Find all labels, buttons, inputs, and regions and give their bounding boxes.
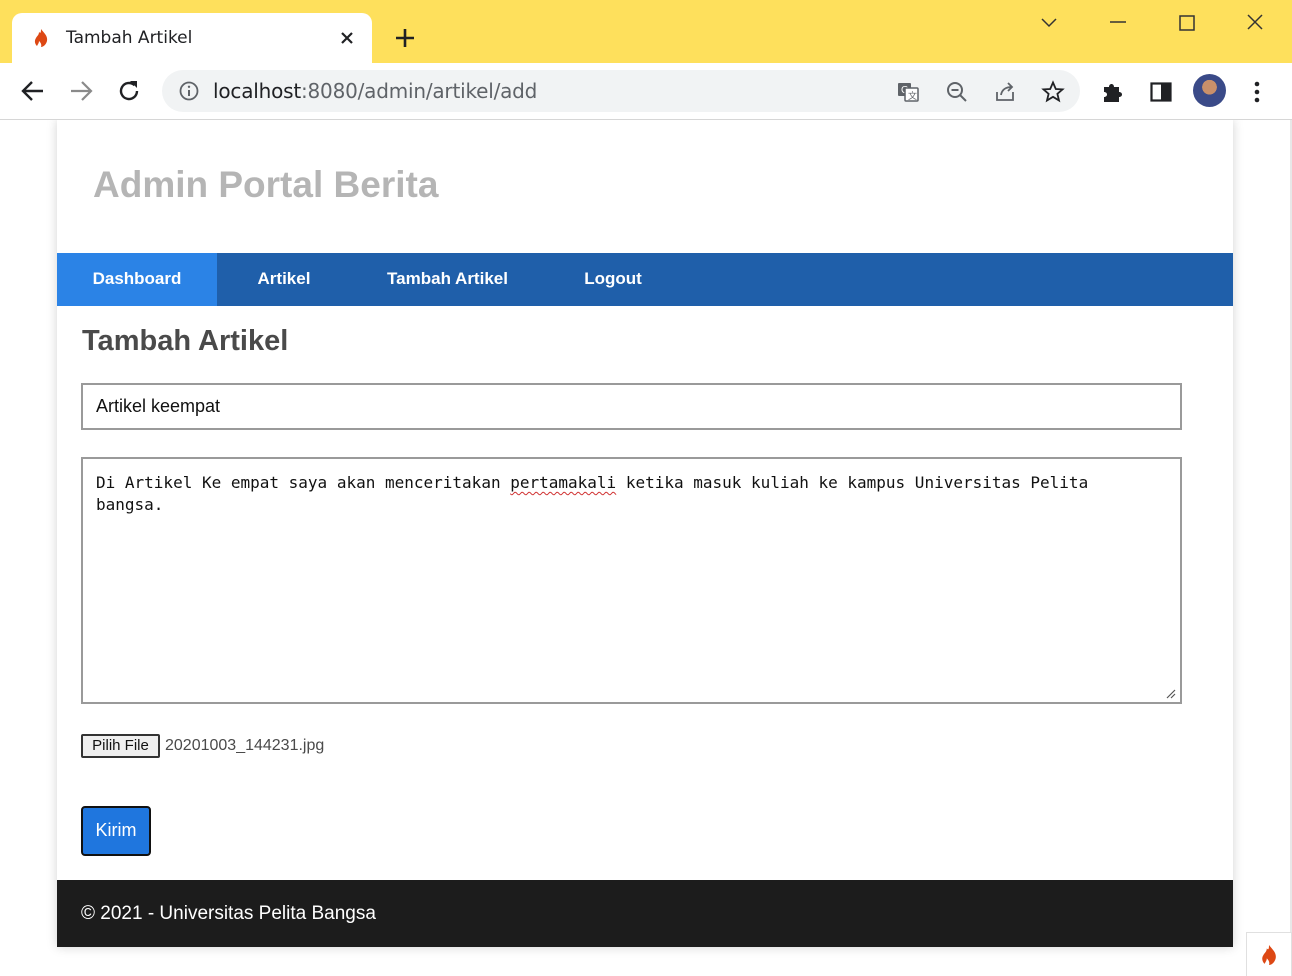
page-viewport: Admin Portal Berita Dashboard Artikel Ta… <box>0 120 1292 976</box>
plus-icon[interactable] <box>393 26 417 50</box>
nav-item-tambah-artikel[interactable]: Tambah Artikel <box>351 253 544 306</box>
page-heading: Tambah Artikel <box>82 325 289 357</box>
main-nav: Dashboard Artikel Tambah Artikel Logout <box>57 253 1233 306</box>
svg-text:文: 文 <box>908 90 917 102</box>
misspelled-word: pertamakali <box>510 473 617 492</box>
nav-item-dashboard[interactable]: Dashboard <box>57 253 217 306</box>
maximize-icon[interactable] <box>1174 10 1200 36</box>
footer-text: © 2021 - Universitas Pelita Bangsa <box>81 903 376 924</box>
isi-textarea[interactable]: Di Artikel Ke empat saya akan menceritak… <box>81 457 1182 704</box>
submit-button[interactable]: Kirim <box>81 806 151 856</box>
profile-avatar[interactable] <box>1193 74 1226 107</box>
translate-icon[interactable]: G 文 <box>896 80 920 104</box>
debug-toolbar-toggle[interactable] <box>1246 932 1292 976</box>
tab-title: Tambah Artikel <box>66 28 193 48</box>
share-icon[interactable] <box>993 80 1017 104</box>
puzzle-icon[interactable] <box>1100 79 1126 105</box>
browser-titlebar: Tambah Artikel <box>0 0 1292 63</box>
chevron-down-icon[interactable] <box>1036 10 1062 36</box>
codeigniter-flame-icon <box>1262 945 1276 965</box>
close-tab-icon[interactable] <box>338 29 356 47</box>
star-icon[interactable] <box>1041 80 1065 104</box>
reload-icon[interactable] <box>115 77 143 105</box>
url-path: :8080/admin/artikel/add <box>300 79 538 103</box>
codeigniter-flame-icon <box>34 29 48 47</box>
arrow-right-icon[interactable] <box>67 77 95 105</box>
browser-toolbar: localhost:8080/admin/artikel/add G 文 <box>0 63 1292 120</box>
site-title: Admin Portal Berita <box>93 164 439 205</box>
kebab-menu-icon[interactable] <box>1244 79 1270 105</box>
arrow-left-icon[interactable] <box>19 77 47 105</box>
close-window-icon[interactable] <box>1242 10 1268 36</box>
info-icon[interactable] <box>178 80 200 102</box>
browser-tab-active[interactable]: Tambah Artikel <box>12 13 372 63</box>
choose-file-button[interactable]: Pilih File <box>81 734 160 758</box>
site-footer: © 2021 - Universitas Pelita Bangsa <box>57 880 1233 947</box>
isi-text-part: Di Artikel Ke empat saya akan menceritak… <box>96 473 511 492</box>
judul-input[interactable]: Artikel keempat <box>81 383 1182 430</box>
nav-item-logout[interactable]: Logout <box>544 253 682 306</box>
zoom-out-icon[interactable] <box>945 80 969 104</box>
minimize-icon[interactable] <box>1105 10 1131 36</box>
resize-handle-icon[interactable] <box>1164 687 1176 699</box>
page-container: Admin Portal Berita Dashboard Artikel Ta… <box>57 120 1233 947</box>
nav-item-artikel[interactable]: Artikel <box>217 253 351 306</box>
side-panel-icon[interactable] <box>1148 79 1174 105</box>
address-bar[interactable]: localhost:8080/admin/artikel/add G 文 <box>162 70 1080 112</box>
url-text[interactable]: localhost:8080/admin/artikel/add <box>213 79 537 103</box>
url-host: localhost <box>213 79 301 103</box>
selected-file-name: 20201003_144231.jpg <box>165 737 325 754</box>
